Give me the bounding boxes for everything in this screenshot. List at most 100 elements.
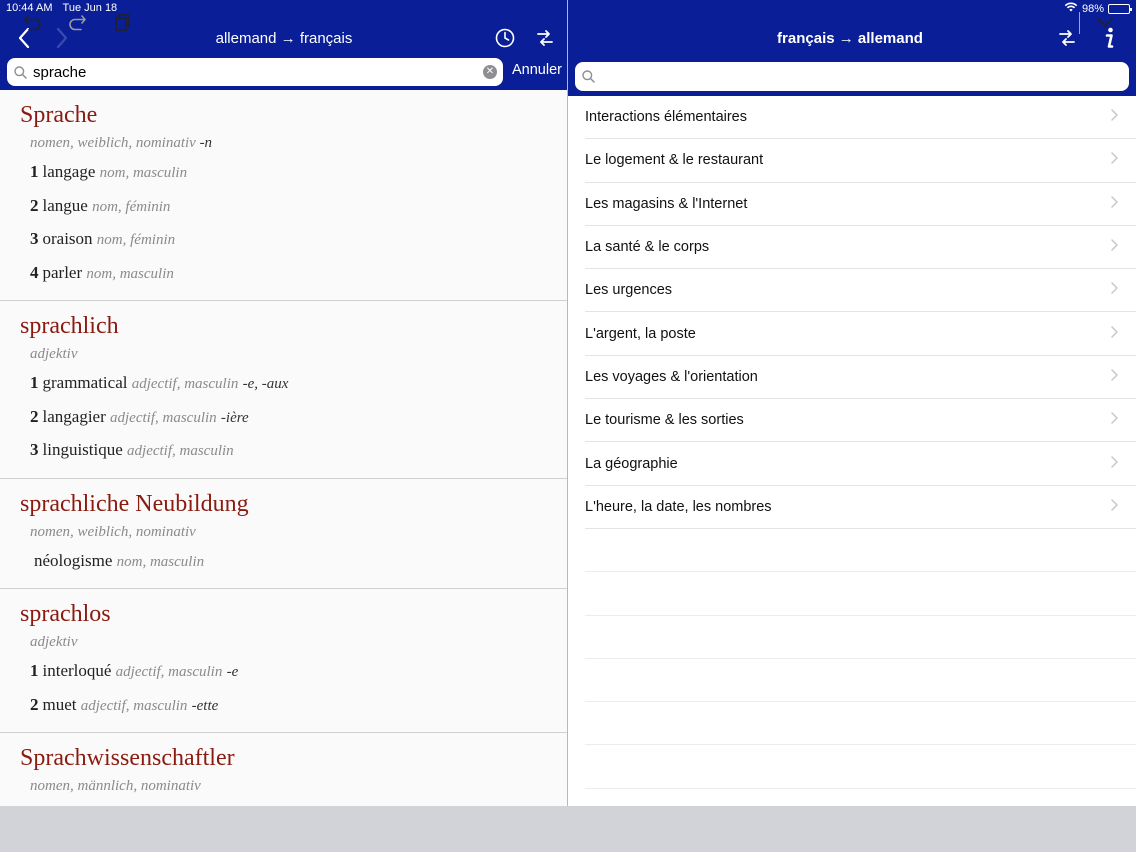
pane-divider xyxy=(567,0,568,806)
cancel-button[interactable]: Annuler xyxy=(512,62,562,78)
entry-inflection: -n xyxy=(199,135,213,151)
empty-list-row xyxy=(585,702,1136,746)
entry-headword: sprachlich xyxy=(20,313,119,339)
topic-label: L'argent, la poste xyxy=(585,325,696,342)
topic-row[interactable]: L'heure, la date, les nombres xyxy=(585,486,1136,529)
bottom-toolbar xyxy=(0,806,1136,852)
swap-direction-icon[interactable] xyxy=(1056,27,1078,49)
sense-part-of-speech: nom, masculin xyxy=(86,265,174,282)
translation-sense[interactable]: 3 oraison nom, féminin xyxy=(30,223,567,257)
undo-icon[interactable] xyxy=(23,12,43,32)
empty-list-row xyxy=(585,572,1136,616)
translation-sense[interactable]: 1 grammatical adjectif, masculin -e, -aux xyxy=(30,367,567,401)
chevron-right-icon xyxy=(1111,281,1118,299)
translation-sense[interactable]: 1 interloqué adjectif, masculin -e xyxy=(30,655,567,689)
translation-sense[interactable]: linguiste nom, masculin xyxy=(30,799,567,806)
topic-row[interactable]: Les magasins & l'Internet xyxy=(585,183,1136,226)
dictionary-entry[interactable]: sprachliche Neubildung nomen, weiblich, n… xyxy=(0,479,567,589)
sense-number: 1 xyxy=(30,661,39,680)
wifi-icon xyxy=(1064,2,1078,15)
entry-headword: Sprachwissenschaftler xyxy=(20,745,235,771)
search-input[interactable] xyxy=(601,68,1129,85)
translation-sense[interactable]: 4 parler nom, masculin xyxy=(30,257,567,291)
chevron-right-icon xyxy=(1111,238,1118,256)
dictionary-entry[interactable]: sprachlich adjektiv 1 grammatical adjectif… xyxy=(0,301,567,479)
sense-word: linguistique xyxy=(42,440,123,459)
sense-word: langue xyxy=(42,195,88,215)
chevron-right-icon xyxy=(1111,151,1118,169)
translation-sense[interactable]: 2 langue nom, féminin xyxy=(30,190,567,224)
sense-part-of-speech: adjectif, masculin xyxy=(110,409,217,426)
dictionary-entry[interactable]: Sprachwissenschaftler nomen, männlich, no… xyxy=(0,733,567,806)
entry-grammar: nomen, weiblich, nominativ xyxy=(30,523,196,540)
topic-label: La géographie xyxy=(585,455,678,472)
topic-label: Les magasins & l'Internet xyxy=(585,195,748,212)
topic-label: L'heure, la date, les nombres xyxy=(585,498,772,515)
clear-search-icon[interactable]: ✕ xyxy=(483,65,497,79)
sense-part-of-speech: adjectif, masculin xyxy=(131,376,239,392)
sense-part-of-speech: nom, masculin xyxy=(99,165,188,181)
right-search-bar xyxy=(575,62,1129,91)
empty-list-row xyxy=(585,745,1136,789)
battery-percent: 98% xyxy=(1081,2,1104,15)
sense-inflection: -e, -aux xyxy=(242,376,289,392)
topic-row[interactable]: Interactions élémentaires xyxy=(585,96,1136,140)
sense-number: 1 xyxy=(30,162,39,181)
entry-headword: sprachlos xyxy=(20,601,111,627)
dictionary-entry[interactable]: Sprache nomen, weiblich, nominativ -n 1 lan… xyxy=(0,90,567,301)
dictionary-entry[interactable]: sprachlos adjektiv 1 interloqué adjectif, … xyxy=(0,589,567,733)
topic-label: Le logement & le restaurant xyxy=(585,152,764,169)
empty-list-row xyxy=(585,616,1136,659)
swap-direction-icon[interactable] xyxy=(534,27,556,49)
topic-row[interactable]: La géographie xyxy=(585,442,1136,486)
translation-sense[interactable]: 3 linguistique adjectif, masculin xyxy=(30,434,567,468)
topic-row[interactable]: L'argent, la poste xyxy=(585,312,1136,356)
topic-label: Les voyages & l'orientation xyxy=(585,368,758,385)
clock-icon[interactable] xyxy=(494,27,516,49)
sense-number: 3 xyxy=(30,229,39,248)
sense-inflection: -e xyxy=(226,664,239,680)
search-icon xyxy=(582,70,595,83)
chevron-right-icon xyxy=(1111,325,1118,343)
sense-word: néologisme xyxy=(34,550,113,570)
chevron-right-icon xyxy=(1111,195,1118,213)
entry-grammar: nomen, weiblich, nominativ -n xyxy=(30,135,213,151)
sense-number: 4 xyxy=(30,262,39,282)
topic-row[interactable]: Les urgences xyxy=(585,269,1136,313)
topic-row[interactable]: La santé & le corps xyxy=(585,226,1136,270)
sense-inflection: -ière xyxy=(220,409,249,426)
entry-headword: Sprache xyxy=(20,102,98,128)
entry-headword: sprachliche Neubildung xyxy=(20,490,249,517)
dictionary-results-list: Sprache nomen, weiblich, nominativ -n 1 lan… xyxy=(0,90,567,806)
sense-word: interloqué xyxy=(42,661,112,680)
redo-icon[interactable] xyxy=(67,12,87,32)
battery-icon xyxy=(1108,3,1132,14)
sense-number: 2 xyxy=(30,406,39,426)
copy-icon[interactable] xyxy=(113,12,133,32)
chevron-down-icon[interactable] xyxy=(1096,14,1114,32)
search-input[interactable] xyxy=(33,63,483,81)
chevron-right-icon xyxy=(1111,108,1118,126)
topic-label: Le tourisme & les sorties xyxy=(585,412,744,429)
sense-word: grammatical xyxy=(42,373,128,392)
sense-part-of-speech: adjectif, masculin xyxy=(115,664,223,680)
translation-sense[interactable]: 1 langage nom, masculin xyxy=(30,156,567,190)
sense-number: 1 xyxy=(30,373,39,392)
phrasebook-topic-list: Interactions élémentaires Le logement & l… xyxy=(569,96,1136,806)
sense-inflection: -ette xyxy=(191,697,219,714)
sense-part-of-speech: nom, féminin xyxy=(92,198,171,215)
chevron-right-icon xyxy=(1111,368,1118,386)
left-pane-title: allemand → français xyxy=(215,30,353,47)
sense-number: 2 xyxy=(30,195,39,215)
translation-sense[interactable]: 2 muet adjectif, masculin -ette xyxy=(30,689,567,723)
entry-grammar: nomen, männlich, nominativ xyxy=(30,778,201,794)
translation-sense[interactable]: 2 langagier adjectif, masculin -ière xyxy=(30,401,567,435)
topic-row[interactable]: Le tourisme & les sorties xyxy=(585,399,1136,443)
chevron-right-icon xyxy=(1111,498,1118,516)
chevron-right-icon xyxy=(1111,411,1118,429)
sense-word: muet xyxy=(42,694,77,714)
translation-sense[interactable]: néologisme nom, masculin xyxy=(30,545,567,579)
topic-row[interactable]: Le logement & le restaurant xyxy=(585,139,1136,183)
topic-row[interactable]: Les voyages & l'orientation xyxy=(585,356,1136,400)
sense-word: langagier xyxy=(42,406,106,426)
